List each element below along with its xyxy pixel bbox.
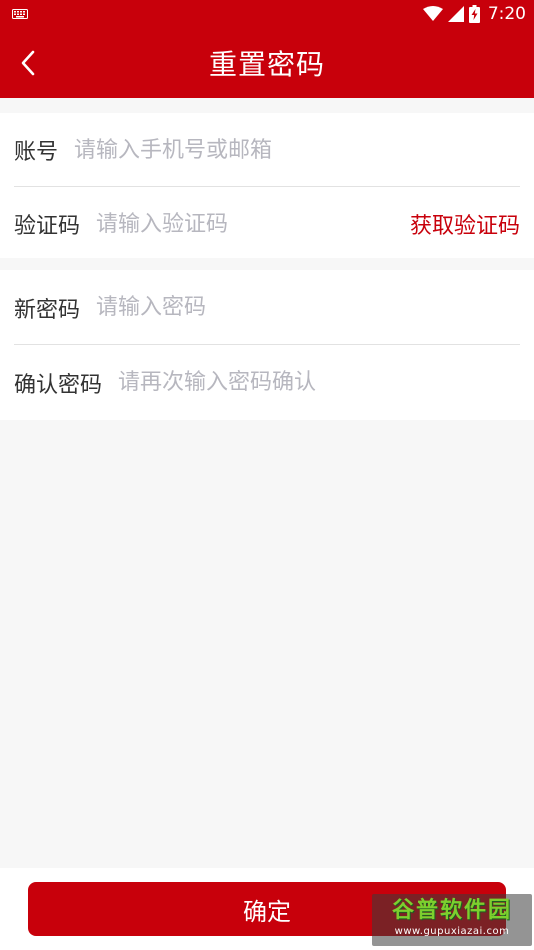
cellular-signal-icon: [447, 6, 464, 22]
new-password-row: 新密码: [0, 270, 534, 345]
account-verify-group: 账号 验证码 获取验证码: [0, 113, 534, 258]
watermark-url: www.gupuxiazai.com: [394, 926, 510, 937]
verify-code-input[interactable]: [96, 204, 410, 244]
status-time: 7:20: [487, 4, 526, 24]
watermark-logo: 谷普软件园 www.gupuxiazai.com: [372, 894, 532, 946]
status-bar: 7:20: [0, 0, 534, 28]
new-password-input[interactable]: [96, 287, 534, 328]
page-title: 重置密码: [208, 48, 325, 81]
password-group: 新密码 确认密码: [0, 270, 534, 420]
keyboard-icon: [12, 9, 28, 19]
battery-charging-icon: [468, 5, 480, 23]
wifi-icon: [422, 6, 443, 21]
account-input[interactable]: [74, 130, 534, 170]
get-verify-code-button[interactable]: 获取验证码: [410, 208, 520, 240]
watermark-title: 谷普软件园: [391, 898, 512, 923]
status-icons: 7:20: [422, 3, 526, 25]
reset-password-screen: 7:20 重置密码 账号 验证码 获取验证码 新密码 确: [0, 0, 534, 950]
verify-code-label: 验证码: [14, 214, 81, 239]
app-bar: 重置密码: [0, 28, 534, 98]
new-password-label: 新密码: [14, 297, 81, 323]
account-label: 账号: [14, 140, 59, 165]
confirm-password-label: 确认密码: [14, 372, 103, 398]
confirm-password-input[interactable]: [118, 362, 534, 403]
confirm-password-row: 确认密码: [0, 345, 534, 420]
verify-code-row: 验证码 获取验证码: [0, 187, 534, 261]
account-row: 账号: [0, 113, 534, 187]
